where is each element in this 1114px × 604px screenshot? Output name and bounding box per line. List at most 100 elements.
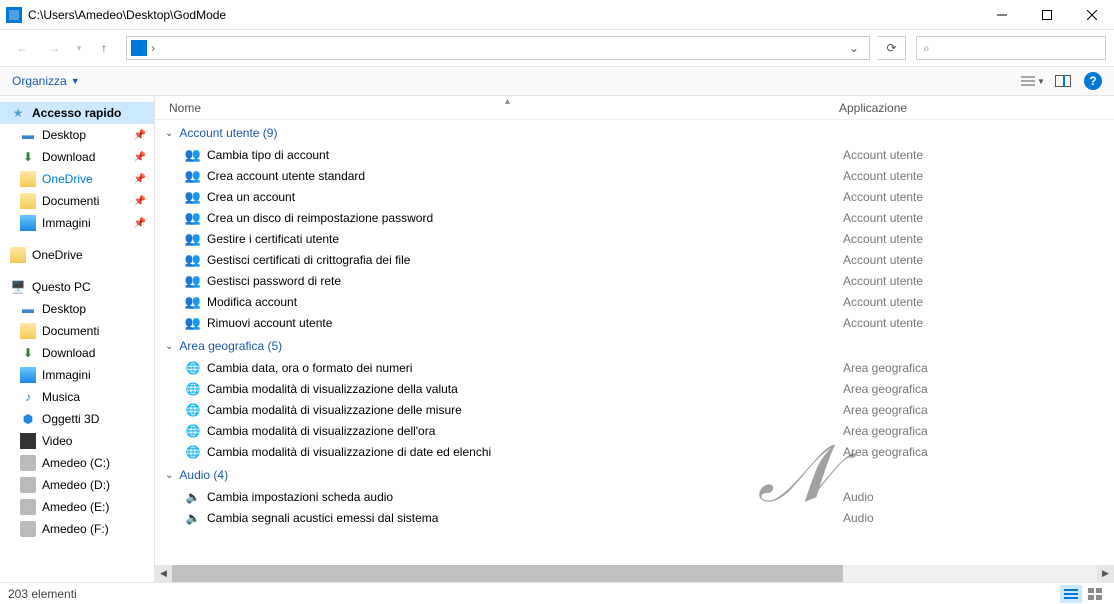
address-bar[interactable]: › ⌄ (126, 36, 870, 60)
item-name: Crea un account (207, 190, 843, 204)
item-app: Account utente (843, 253, 923, 267)
sidebar-item[interactable]: Amedeo (D:) (0, 474, 154, 496)
list-item[interactable]: 🌐Cambia modalità di visualizzazione dell… (159, 420, 1114, 441)
list-item[interactable]: 👥Gestisci password di reteAccount utente (159, 270, 1114, 291)
item-name: Cambia data, ora o formato dei numeri (207, 361, 843, 375)
sidebar-label: Questo PC (32, 280, 91, 294)
sidebar-item[interactable]: ▬Desktop (0, 298, 154, 320)
item-app: Account utente (843, 169, 923, 183)
forward-button[interactable]: → (40, 34, 68, 62)
sidebar-item[interactable]: ⬢Oggetti 3D (0, 408, 154, 430)
window-title: C:\Users\Amedeo\Desktop\GodMode (28, 8, 979, 22)
item-app: Audio (843, 490, 874, 504)
sidebar-item-label: Documenti (42, 324, 99, 338)
list-item[interactable]: 👥Crea account utente standardAccount ute… (159, 165, 1114, 186)
list-item[interactable]: 👥Gestire i certificati utenteAccount ute… (159, 228, 1114, 249)
item-app: Account utente (843, 274, 923, 288)
sidebar-item[interactable]: ⬇Download📌 (0, 146, 154, 168)
preview-pane-button[interactable] (1050, 70, 1076, 92)
file-list[interactable]: ⌄ Account utente (9) 👥Cambia tipo di accou… (155, 120, 1114, 565)
list-item[interactable]: 👥Cambia tipo di accountAccount utente (159, 144, 1114, 165)
group-header[interactable]: ⌄ Audio (4) (159, 462, 1114, 486)
globe-icon: 🌐 (185, 381, 201, 397)
sidebar-item-label: OneDrive (42, 172, 93, 186)
item-name: Cambia modalità di visualizzazione della… (207, 382, 843, 396)
minimize-button[interactable] (979, 0, 1024, 30)
address-dropdown[interactable]: ⌄ (843, 41, 865, 55)
users-icon: 👥 (185, 189, 201, 205)
pin-icon: 📌 (134, 152, 146, 163)
chevron-down-icon: ⌄ (165, 470, 173, 481)
item-app: Account utente (843, 211, 923, 225)
item-name: Gestire i certificati utente (207, 232, 843, 246)
sidebar-item-label: Amedeo (F:) (42, 522, 109, 536)
close-button[interactable] (1069, 0, 1114, 30)
history-drop[interactable]: ▾ (72, 34, 86, 62)
horizontal-scrollbar[interactable]: ◀ ▶ (155, 565, 1114, 582)
list-item[interactable]: 🌐 Cambia modalità di visualizzazione dell… (159, 378, 1114, 399)
group-title: Audio (4) (179, 468, 228, 482)
list-item[interactable]: 🌐Cambia modalità di visualizzazione dell… (159, 399, 1114, 420)
sidebar-item[interactable]: ♪Musica (0, 386, 154, 408)
organize-label: Organizza (12, 74, 67, 88)
view-options-button[interactable]: ▼ (1020, 70, 1046, 92)
item-name: Cambia modalità di visualizzazione di da… (207, 445, 843, 459)
sidebar-onedrive[interactable]: OneDrive (0, 244, 154, 266)
list-item[interactable]: 🌐Cambia data, ora o formato dei numeriAr… (159, 357, 1114, 378)
search-input[interactable]: ⌕ (916, 36, 1106, 60)
back-button[interactable]: ← (8, 34, 36, 62)
column-name[interactable]: Nome (169, 101, 839, 115)
item-app: Account utente (843, 232, 923, 246)
sidebar-item[interactable]: Amedeo (C:) (0, 452, 154, 474)
item-app: Account utente (843, 190, 923, 204)
sidebar-item[interactable]: OneDrive📌 (0, 168, 154, 190)
list-item[interactable]: 🌐Cambia modalità di visualizzazione di d… (159, 441, 1114, 462)
refresh-button[interactable]: ⟳ (878, 36, 906, 60)
sidebar-item[interactable]: ⬇Download (0, 342, 154, 364)
up-button[interactable]: ↑ (90, 34, 118, 62)
star-icon: ★ (10, 105, 26, 121)
sidebar-this-pc[interactable]: 🖥️ Questo PC (0, 276, 154, 298)
sidebar-item-label: Immagini (42, 216, 91, 230)
sidebar-item[interactable]: Documenti📌 (0, 190, 154, 212)
sidebar-item[interactable]: Immagini📌 (0, 212, 154, 234)
users-icon: 👥 (185, 294, 201, 310)
column-app[interactable]: Applicazione (839, 101, 907, 115)
item-name: Cambia impostazioni scheda audio (207, 490, 843, 504)
sidebar-item-label: Musica (42, 390, 80, 404)
globe-icon: 🌐 (185, 402, 201, 418)
users-icon: 👥 (185, 210, 201, 226)
scroll-thumb[interactable] (172, 565, 843, 582)
list-item[interactable]: 👥Rimuovi account utenteAccount utente (159, 312, 1114, 333)
scroll-right-icon[interactable]: ▶ (1097, 565, 1114, 582)
group-title: Area geografica (5) (179, 339, 282, 353)
sidebar-item[interactable]: Documenti (0, 320, 154, 342)
sidebar-item[interactable]: Amedeo (F:) (0, 518, 154, 540)
chevron-down-icon: ⌄ (165, 128, 173, 139)
list-item[interactable]: 🔈Cambia impostazioni scheda audioAudio (159, 486, 1114, 507)
item-name: Crea un disco di reimpostazione password (207, 211, 843, 225)
help-button[interactable]: ? (1084, 72, 1102, 90)
sidebar-quick-access[interactable]: ★ Accesso rapido (0, 102, 154, 124)
list-item[interactable]: 👥Gestisci certificati di crittografia de… (159, 249, 1114, 270)
item-count: 203 elementi (8, 587, 77, 601)
list-item[interactable]: 👥Modifica accountAccount utente (159, 291, 1114, 312)
list-item[interactable]: 👥 Crea un disco di reimpostazione passwor… (159, 207, 1114, 228)
group-header[interactable]: ⌄ Account utente (9) (159, 120, 1114, 144)
group-header[interactable]: ⌄Area geografica (5) (159, 333, 1114, 357)
item-name: Gestisci password di rete (207, 274, 843, 288)
sidebar-item[interactable]: Amedeo (E:) (0, 496, 154, 518)
sidebar-item[interactable]: ▬Desktop📌 (0, 124, 154, 146)
titlebar: C:\Users\Amedeo\Desktop\GodMode (0, 0, 1114, 30)
scroll-left-icon[interactable]: ◀ (155, 565, 172, 582)
list-item[interactable]: 🔈Cambia segnali acustici emessi dal sist… (159, 507, 1114, 528)
organize-menu[interactable]: Organizza ▼ (12, 74, 80, 88)
sidebar-item[interactable]: Immagini (0, 364, 154, 386)
sidebar-item[interactable]: Video (0, 430, 154, 452)
group-title: Account utente (9) (179, 126, 277, 140)
maximize-button[interactable] (1024, 0, 1069, 30)
users-icon: 👥 (185, 147, 201, 163)
navigation-pane[interactable]: ★ Accesso rapido ▬Desktop📌⬇Download📌OneD… (0, 96, 155, 582)
column-headers[interactable]: Nome Applicazione ▴ (155, 96, 1114, 120)
list-item[interactable]: 👥 Crea un accountAccount utente (159, 186, 1114, 207)
